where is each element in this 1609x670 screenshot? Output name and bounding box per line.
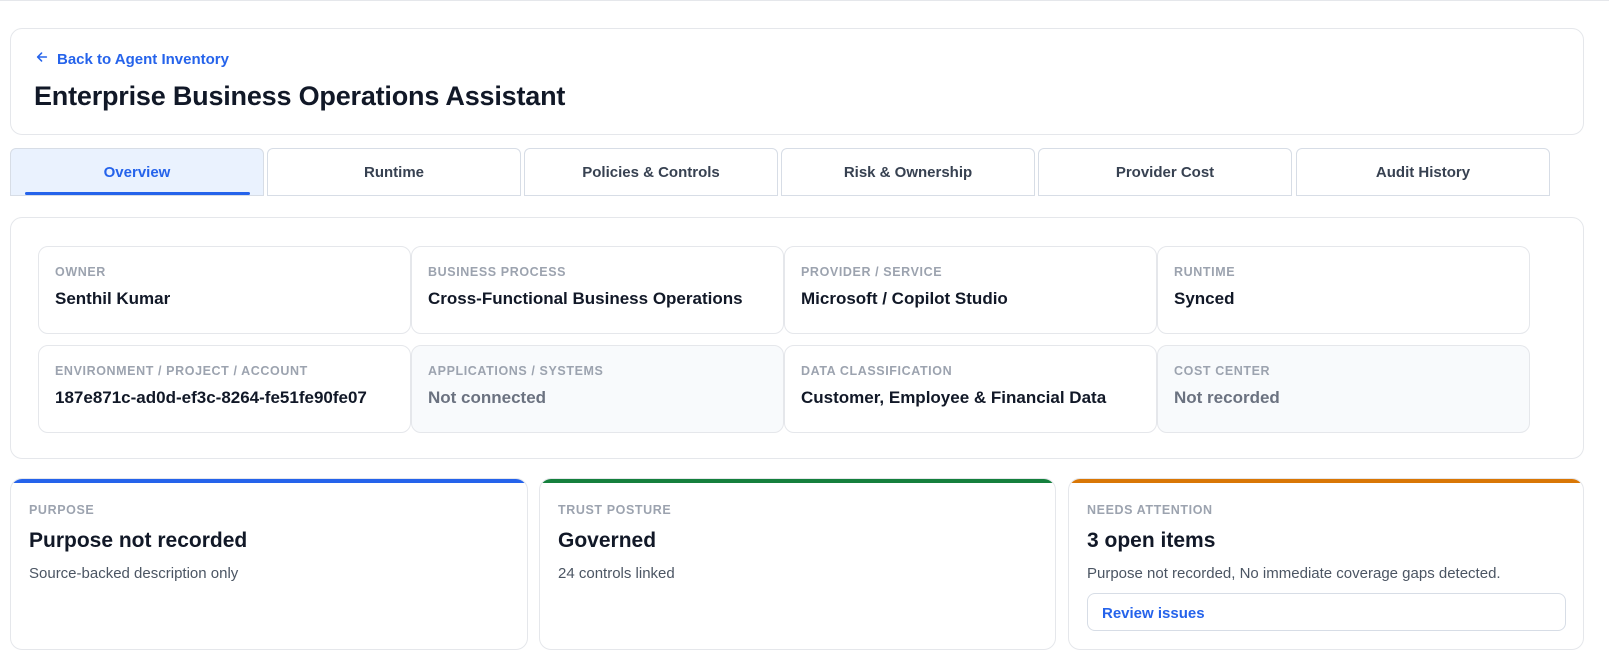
field-environment: ENVIRONMENT / PROJECT / ACCOUNT 187e871c…: [38, 345, 411, 433]
back-to-inventory-link[interactable]: Back to Agent Inventory: [35, 50, 229, 68]
field-label: OWNER: [55, 265, 106, 279]
tab-policies-controls[interactable]: Policies & Controls: [524, 148, 778, 196]
tab-overview[interactable]: Overview: [10, 148, 264, 196]
agent-summary: OWNER Senthil Kumar BUSINESS PROCESS Cro…: [10, 217, 1584, 459]
tab-runtime-label: Runtime: [364, 163, 424, 181]
tab-policies-controls-label: Policies & Controls: [582, 163, 720, 181]
stat-label: PURPOSE: [29, 503, 95, 517]
field-label: RUNTIME: [1174, 265, 1236, 279]
field-provider-service: PROVIDER / SERVICE Microsoft / Copilot S…: [784, 246, 1157, 334]
field-business-process: BUSINESS PROCESS Cross-Functional Busine…: [411, 246, 784, 334]
field-data-classification: DATA CLASSIFICATION Customer, Employee &…: [784, 345, 1157, 433]
field-label: ENVIRONMENT / PROJECT / ACCOUNT: [55, 364, 308, 378]
agent-header: Back to Agent Inventory Enterprise Busin…: [10, 28, 1584, 135]
detail-tabs: Overview Runtime Policies & Controls Ris…: [10, 148, 1584, 196]
field-label: DATA CLASSIFICATION: [801, 364, 953, 378]
trust-posture-card: TRUST POSTURE Governed 24 controls linke…: [539, 478, 1056, 650]
stat-description: 24 controls linked: [558, 565, 675, 582]
purpose-card: PURPOSE Purpose not recorded Source-back…: [10, 478, 528, 650]
stat-description: Source-backed description only: [29, 565, 239, 582]
field-value: Not connected: [428, 388, 547, 407]
needs-attention-card: NEEDS ATTENTION 3 open items Purpose not…: [1068, 478, 1584, 650]
field-applications: APPLICATIONS / SYSTEMS Not connected: [411, 345, 784, 433]
tab-overview-label: Overview: [103, 163, 171, 181]
stat-label: TRUST POSTURE: [558, 503, 672, 517]
stat-value: Purpose not recorded: [29, 529, 248, 552]
field-value: Senthil Kumar: [55, 289, 171, 308]
field-value: Microsoft / Copilot Studio: [801, 289, 1008, 308]
field-cost-center: COST CENTER Not recorded: [1157, 345, 1530, 433]
field-label: COST CENTER: [1174, 364, 1271, 378]
field-value: 187e871c-ad0d-ef3c-8264-fe51fe90fe07: [55, 388, 367, 407]
field-label: PROVIDER / SERVICE: [801, 265, 943, 279]
field-value: Synced: [1174, 289, 1235, 308]
field-owner: OWNER Senthil Kumar: [38, 246, 411, 334]
field-value: Customer, Employee & Financial Data: [801, 388, 1107, 407]
field-value: Cross-Functional Business Operations: [428, 289, 743, 308]
stat-label: NEEDS ATTENTION: [1087, 503, 1213, 517]
field-label: APPLICATIONS / SYSTEMS: [428, 364, 604, 378]
tab-runtime[interactable]: Runtime: [267, 148, 521, 196]
page-title: Enterprise Business Operations Assistant: [34, 81, 566, 111]
stat-value: 3 open items: [1087, 529, 1216, 552]
tab-audit-history-label: Audit History: [1375, 163, 1471, 181]
back-link-label: Back to Agent Inventory: [57, 50, 229, 68]
tab-provider-cost[interactable]: Provider Cost: [1038, 148, 1292, 196]
tab-provider-cost-label: Provider Cost: [1115, 163, 1215, 181]
arrow-left-icon: [35, 50, 49, 68]
tab-risk-ownership[interactable]: Risk & Ownership: [781, 148, 1035, 196]
field-runtime: RUNTIME Synced: [1157, 246, 1530, 334]
top-divider: [0, 0, 1609, 1]
stat-description: Purpose not recorded, No immediate cover…: [1087, 565, 1501, 582]
field-label: BUSINESS PROCESS: [428, 265, 567, 279]
stat-value: Governed: [558, 529, 657, 552]
tab-audit-history[interactable]: Audit History: [1296, 148, 1550, 196]
review-issues-button[interactable]: Review issues: [1087, 593, 1566, 631]
field-value: Not recorded: [1174, 388, 1280, 407]
tab-risk-ownership-label: Risk & Ownership: [843, 163, 973, 181]
